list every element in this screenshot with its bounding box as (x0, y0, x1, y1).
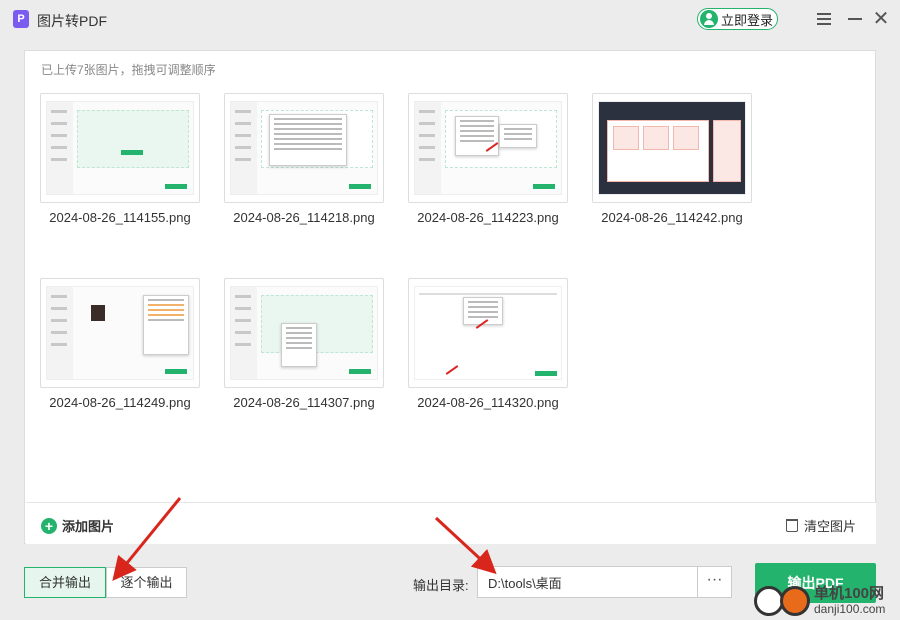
image-thumbnail[interactable] (592, 93, 752, 203)
thumbnail-filename: 2024-08-26_114320.png (417, 395, 559, 410)
image-panel: 已上传7张图片，拖拽可调整顺序 2024-08-26_114155.png 20… (24, 50, 876, 544)
image-thumbnail[interactable] (408, 278, 568, 388)
individual-output-button[interactable]: 逐个输出 (106, 567, 187, 598)
thumbnail-preview (230, 101, 378, 195)
output-directory-label: 输出目录: (413, 578, 469, 593)
upload-hint: 已上传7张图片，拖拽可调整顺序 (41, 63, 216, 77)
minimize-icon[interactable] (845, 9, 865, 29)
menu-icon[interactable] (814, 9, 834, 29)
title-bar: P 图片转PDF 立即登录 ✕ (0, 0, 900, 38)
merge-output-button[interactable]: 合并输出 (24, 567, 106, 598)
image-thumbnail[interactable] (224, 93, 384, 203)
user-avatar-icon (700, 10, 718, 28)
thumbnail-filename: 2024-08-26_114218.png (233, 210, 375, 225)
plus-icon: + (41, 517, 57, 534)
image-thumbnail[interactable] (408, 93, 568, 203)
clear-images-label: 清空图片 (803, 519, 856, 534)
browse-directory-button[interactable]: ··· (697, 566, 732, 598)
image-thumbnail[interactable] (40, 93, 200, 203)
close-icon[interactable]: ✕ (871, 9, 891, 29)
watermark-text: 单机100网 (814, 585, 885, 602)
app-logo-icon: P (13, 10, 29, 28)
image-thumbnail[interactable] (224, 278, 384, 388)
add-images-label: 添加图片 (62, 519, 115, 534)
thumbnail-filename: 2024-08-26_114307.png (233, 395, 375, 410)
panel-toolbar: + 添加图片 清空图片 (26, 502, 876, 544)
clear-images-button[interactable]: 清空图片 (785, 516, 856, 535)
thumbnail-preview (46, 286, 194, 380)
thumbnail-filename: 2024-08-26_114249.png (49, 395, 191, 410)
thumbnail-preview (414, 286, 562, 380)
image-thumbnail[interactable] (40, 278, 200, 388)
trash-icon (785, 519, 798, 532)
thumbnail-filename: 2024-08-26_114155.png (49, 210, 191, 225)
thumbnail-preview (598, 101, 746, 195)
output-directory-input[interactable] (477, 566, 698, 598)
thumbnail-preview (230, 286, 378, 380)
app-title: 图片转PDF (37, 13, 107, 29)
watermark-logo: 单机100网 danji100.com (752, 582, 900, 620)
login-label: 立即登录 (721, 12, 774, 28)
watermark-url: danji100.com (814, 602, 886, 616)
thumbnail-preview (414, 101, 562, 195)
thumbnail-preview (46, 101, 194, 195)
thumbnail-filename: 2024-08-26_114223.png (417, 210, 559, 225)
add-images-button[interactable]: + 添加图片 (41, 516, 114, 535)
login-button[interactable]: 立即登录 (697, 8, 778, 30)
watermark-circle-icon (780, 586, 810, 616)
thumbnail-filename: 2024-08-26_114242.png (601, 210, 743, 225)
